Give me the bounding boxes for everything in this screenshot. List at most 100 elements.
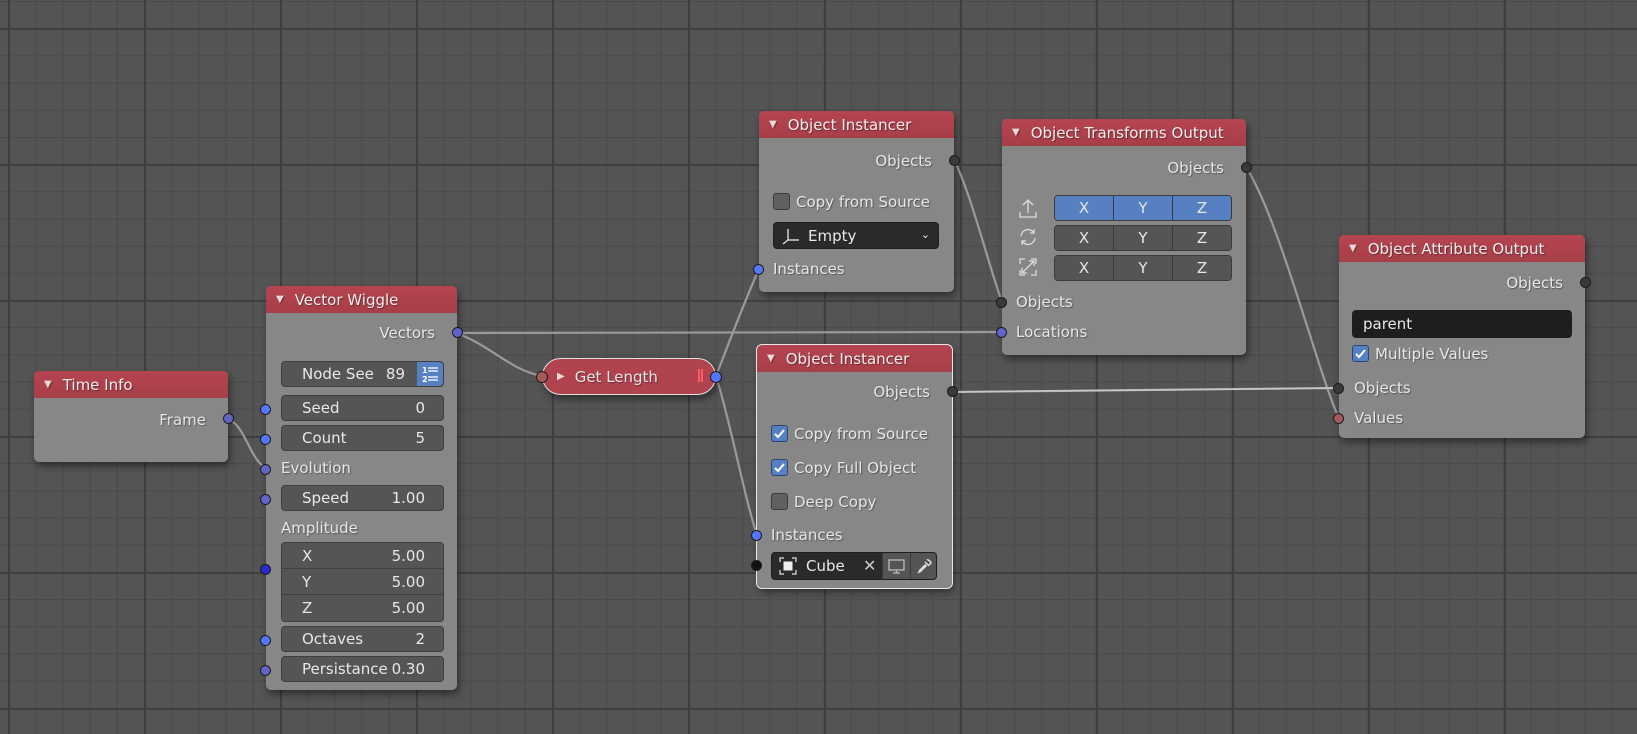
socket-objects-output[interactable] <box>947 386 958 397</box>
collapse-triangle-icon[interactable]: ▼ <box>276 294 284 305</box>
seed-field[interactable]: Seed 0 <box>281 395 444 421</box>
node-vector-wiggle[interactable]: ▼ Vector Wiggle Vectors Node See 89 12 Se… <box>260 286 463 690</box>
input-label-instances: Instances <box>771 526 843 544</box>
amplitude-x[interactable]: X 5.00 <box>282 543 443 569</box>
seed-label: Seed <box>302 399 340 417</box>
socket-getlength-input[interactable] <box>536 371 548 383</box>
collapse-triangle-icon[interactable]: ▼ <box>767 353 775 364</box>
node-title: Get Length <box>574 367 658 386</box>
attribute-name-input[interactable]: parent <box>1352 310 1572 338</box>
rotation-x-toggle[interactable]: X <box>1055 226 1114 250</box>
count-field[interactable]: Count 5 <box>281 425 444 451</box>
socket-frame-output[interactable] <box>223 413 234 424</box>
copy-from-source-checkbox[interactable] <box>773 193 790 210</box>
socket-speed-input[interactable] <box>260 494 271 505</box>
socket-objects-output[interactable] <box>949 155 960 166</box>
checkmark-icon <box>1355 349 1366 359</box>
amplitude-label: Amplitude <box>281 519 358 537</box>
socket-objects-output[interactable] <box>1241 162 1252 173</box>
node-header[interactable]: ▼ Object Instancer <box>757 345 952 372</box>
node-title: Time Info <box>62 375 133 394</box>
octaves-label: Octaves <box>302 630 364 648</box>
node-title: Object Instancer <box>785 349 910 368</box>
socket-count-input[interactable] <box>260 434 271 445</box>
socket-vectors-output[interactable] <box>452 327 463 338</box>
scale-y-toggle[interactable]: Y <box>1114 256 1173 280</box>
location-axes-toggle[interactable]: X Y Z <box>1054 195 1232 221</box>
node-object-instancer-2[interactable]: ▼ Object Instancer Objects Copy from Sou… <box>751 344 958 589</box>
socket-objects-output[interactable] <box>1580 277 1591 288</box>
amplitude-vector-field[interactable]: X 5.00 Y 5.00 Z 5.00 <box>281 542 444 622</box>
list-numbered-icon[interactable]: 12 <box>417 362 443 386</box>
axis-label: Y <box>302 572 312 591</box>
location-y-toggle[interactable]: Y <box>1114 196 1173 220</box>
socket-source-input[interactable] <box>751 560 762 571</box>
socket-persistance-input[interactable] <box>260 665 271 676</box>
copy-full-object-checkbox[interactable] <box>771 459 788 476</box>
node-seed-value: 89 <box>385 365 405 383</box>
link-transforms-to-values <box>1244 165 1341 420</box>
copy-from-source-checkbox[interactable] <box>771 425 788 442</box>
rotation-z-toggle[interactable]: Z <box>1173 226 1231 250</box>
speed-field[interactable]: Speed 1.00 <box>281 485 444 511</box>
link-vectors-to-getlength <box>454 331 544 378</box>
amplitude-y[interactable]: Y 5.00 <box>282 569 443 595</box>
socket-objects-input[interactable] <box>996 297 1007 308</box>
collapse-triangle-icon[interactable]: ▼ <box>44 379 52 390</box>
node-seed-field[interactable]: Node See 89 12 <box>281 361 444 387</box>
collapse-triangle-icon[interactable]: ▼ <box>1349 243 1357 254</box>
scale-axes-toggle[interactable]: X Y Z <box>1054 255 1232 281</box>
scale-x-toggle[interactable]: X <box>1055 256 1114 280</box>
socket-instances-input[interactable] <box>753 264 764 275</box>
socket-amplitude-input[interactable] <box>260 564 271 575</box>
input-label-objects: Objects <box>1016 293 1073 311</box>
node-get-length[interactable]: ▶ Get Length <box>536 358 722 395</box>
monitor-icon[interactable] <box>882 553 910 579</box>
copy-full-object-label: Copy Full Object <box>794 459 917 477</box>
socket-values-input[interactable] <box>1333 413 1344 424</box>
location-x-toggle[interactable]: X <box>1055 196 1114 220</box>
socket-seed-input[interactable] <box>260 404 271 415</box>
scale-z-toggle[interactable]: Z <box>1173 256 1231 280</box>
socket-evolution-input[interactable] <box>260 464 271 475</box>
node-header[interactable]: ▼ Object Transforms Output <box>1002 119 1246 146</box>
octaves-field[interactable]: Octaves 2 <box>281 626 444 652</box>
node-header[interactable]: ▼ Vector Wiggle <box>266 286 457 313</box>
source-object-value: Cube <box>806 557 845 575</box>
persistance-field[interactable]: Persistance 0.30 <box>281 656 444 682</box>
deep-copy-checkbox[interactable] <box>771 493 788 510</box>
rotation-axes-toggle[interactable]: X Y Z <box>1054 225 1232 251</box>
location-z-toggle[interactable]: Z <box>1173 196 1231 220</box>
node-object-instancer-1[interactable]: ▼ Object Instancer Objects Copy from Sou… <box>753 111 960 292</box>
collapse-triangle-icon[interactable]: ▼ <box>1012 127 1020 138</box>
source-object-field[interactable]: Cube ✕ <box>771 552 937 580</box>
amplitude-z[interactable]: Z 5.00 <box>282 595 443 621</box>
eyedropper-icon[interactable] <box>910 553 936 579</box>
rotation-y-toggle[interactable]: Y <box>1114 226 1173 250</box>
node-object-attribute-output[interactable]: ▼ Object Attribute Output Objects parent… <box>1333 235 1591 438</box>
output-label-objects: Objects <box>1167 159 1224 177</box>
speed-label: Speed <box>302 489 350 507</box>
node-header[interactable]: ▼ Object Attribute Output <box>1339 235 1585 262</box>
object-type-value: Empty <box>808 226 857 245</box>
socket-locations-input[interactable] <box>996 327 1007 338</box>
node-header[interactable]: ▼ Object Instancer <box>759 111 954 138</box>
link-frame-to-evolution <box>226 417 268 470</box>
node-time-info[interactable]: ▼ Time Info Frame <box>34 371 234 462</box>
axis-value: 5.00 <box>391 546 425 565</box>
socket-getlength-output[interactable] <box>710 371 722 383</box>
socket-instances-input[interactable] <box>751 530 762 541</box>
socket-octaves-input[interactable] <box>260 635 271 646</box>
node-object-transforms-output[interactable]: ▼ Object Transforms Output Objects X Y Z… <box>996 119 1252 355</box>
multiple-values-checkbox[interactable] <box>1352 345 1369 362</box>
clear-icon[interactable]: ✕ <box>863 556 876 575</box>
expand-triangle-icon[interactable]: ▶ <box>557 371 565 382</box>
hidden-sockets-icon <box>698 369 703 382</box>
collapse-triangle-icon[interactable]: ▼ <box>769 119 777 130</box>
rotation-icon <box>1020 228 1036 246</box>
input-label-locations: Locations <box>1016 323 1088 341</box>
object-type-dropdown[interactable]: Empty ⌄ <box>773 222 939 249</box>
checkmark-icon <box>774 463 785 473</box>
node-header[interactable]: ▼ Time Info <box>34 371 228 398</box>
socket-objects-input[interactable] <box>1333 383 1344 394</box>
